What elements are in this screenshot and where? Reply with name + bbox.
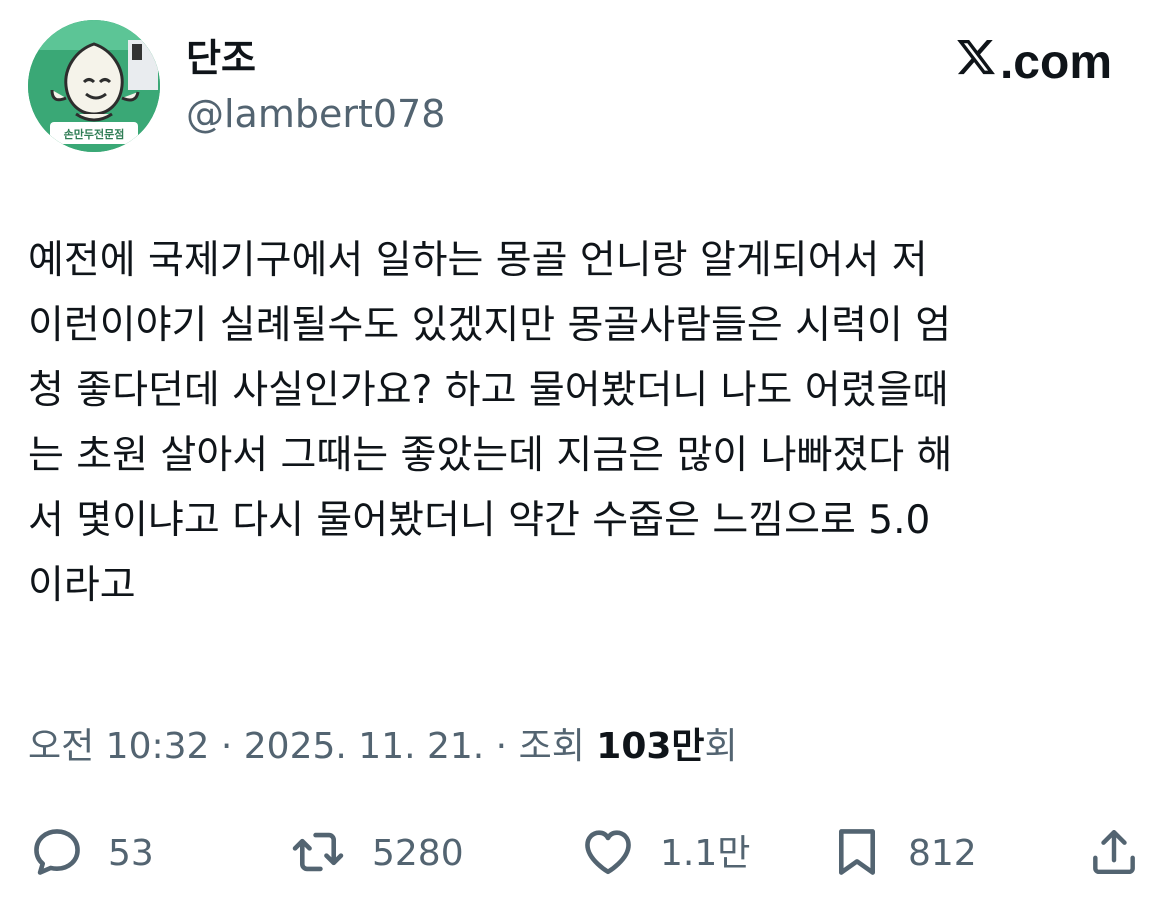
reply-icon — [28, 823, 86, 885]
views-count: 103만 — [596, 726, 705, 767]
bookmark-button[interactable]: 812 — [828, 822, 977, 886]
tweet-line: 는 초원 살아서 그때는 좋았는데 지금은 많이 나빠졌다 해 — [28, 433, 953, 478]
action-bar: 53 5280 1.1만 812 — [28, 822, 1142, 886]
meta-separator: · — [484, 726, 519, 767]
bookmark-count: 812 — [908, 833, 977, 874]
x-com-brand: .com — [954, 36, 1112, 89]
avatar[interactable]: 손만두전문점 — [28, 20, 160, 152]
tweet-line: 청 좋다던데 사실인가요? 하고 물어봤더니 나도 어렸을때 — [28, 368, 949, 413]
x-logo-icon — [954, 36, 998, 89]
views-label: 조회 — [518, 726, 597, 767]
share-icon — [1086, 823, 1142, 885]
share-button[interactable] — [1086, 822, 1142, 886]
dumpling-mascot-avatar: 손만두전문점 — [28, 20, 160, 152]
meta-separator: · — [209, 726, 244, 767]
tweet-line: 이런이야기 실례될수도 있겠지만 몽골사람들은 시력이 엄 — [28, 303, 952, 348]
author-display-name[interactable]: 단조 — [186, 34, 256, 82]
tweet-text: 예전에 국제기구에서 일하는 몽골 언니랑 알게되어서 저 이런이야기 실례될수… — [28, 228, 1148, 618]
retweet-icon — [286, 823, 350, 885]
tweet-date[interactable]: 2025. 11. 21. — [244, 726, 484, 767]
tweet-line: 이라고 — [28, 563, 136, 608]
retweet-button[interactable]: 5280 — [286, 822, 464, 886]
reply-count: 53 — [108, 833, 154, 874]
author-handle[interactable]: @lambert078 — [186, 90, 445, 138]
tweet-line: 서 몇이냐고 다시 물어봤더니 약간 수줍은 느낌으로 5.0 — [28, 498, 931, 543]
tweet-time[interactable]: 오전 10:32 — [28, 726, 209, 767]
like-count: 1.1만 — [660, 833, 751, 874]
avatar-sign-text: 손만두전문점 — [64, 127, 125, 141]
tweet-line: 예전에 국제기구에서 일하는 몽골 언니랑 알게되어서 저 — [28, 238, 928, 283]
reply-button[interactable]: 53 — [28, 822, 154, 886]
views-suffix: 회 — [704, 726, 738, 767]
heart-icon — [578, 823, 638, 885]
bookmark-icon — [828, 821, 886, 887]
tweet-meta: 오전 10:32 · 2025. 11. 21. · 조회 103만회 — [28, 722, 738, 772]
like-button[interactable]: 1.1만 — [578, 822, 750, 886]
x-com-domain: .com — [999, 35, 1112, 89]
retweet-count: 5280 — [372, 833, 464, 874]
